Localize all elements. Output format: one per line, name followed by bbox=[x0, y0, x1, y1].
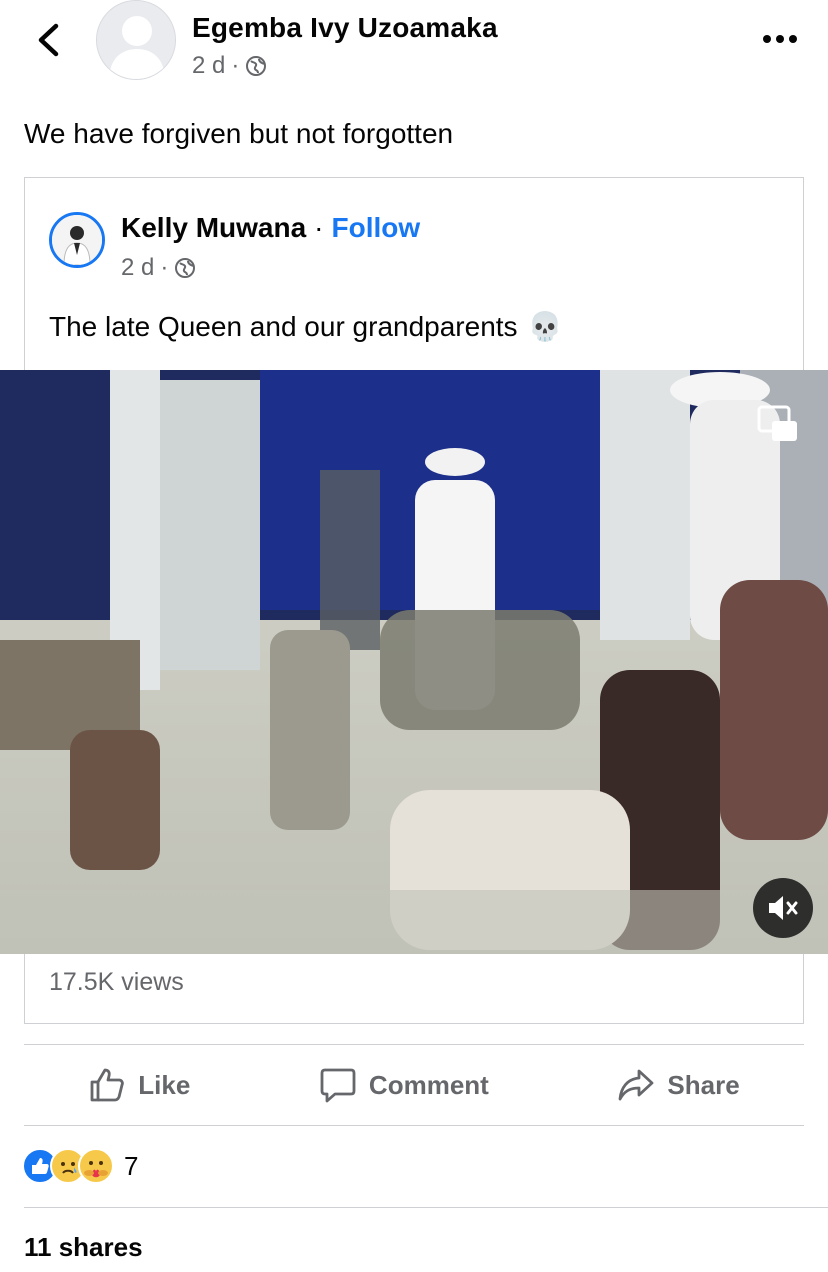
post-text: We have forgiven but not forgotten bbox=[24, 118, 454, 149]
muted-speaker-icon bbox=[769, 896, 798, 920]
picture-in-picture-button[interactable] bbox=[756, 404, 800, 448]
share-arrow-icon bbox=[619, 1069, 654, 1101]
shared-post-text-row: The late Queen and our grandparents 💀 bbox=[49, 310, 562, 343]
video-frame bbox=[0, 370, 828, 954]
reactions-summary[interactable]: 7 bbox=[22, 1146, 138, 1186]
comment-icon bbox=[320, 1068, 356, 1103]
meta-separator: · bbox=[160, 254, 169, 281]
shared-author-row: Kelly Muwana · Follow bbox=[121, 212, 420, 244]
share-label: Share bbox=[667, 1069, 740, 1100]
post-header: Egemba Ivy Uzoamaka 2 d · bbox=[0, 0, 828, 90]
picture-in-picture-icon bbox=[757, 405, 797, 441]
skull-emoji: 💀 bbox=[527, 311, 563, 342]
shared-author-avatar[interactable] bbox=[49, 212, 105, 268]
avatar[interactable] bbox=[96, 0, 176, 80]
comment-button[interactable]: Comment bbox=[319, 1066, 489, 1104]
post-actions-bar: Like Comment Share bbox=[24, 1044, 804, 1126]
like-button[interactable]: Like bbox=[88, 1066, 190, 1104]
shared-post-text: The late Queen and our grandparents bbox=[49, 310, 518, 342]
post-meta: 2 d · bbox=[192, 52, 267, 80]
like-label: Like bbox=[138, 1069, 191, 1100]
profile-photo-icon bbox=[52, 215, 102, 265]
shared-post-time[interactable]: 2 d bbox=[121, 254, 154, 282]
follow-button[interactable]: Follow bbox=[332, 212, 421, 244]
video-player[interactable] bbox=[0, 370, 828, 954]
chevron-left-icon bbox=[38, 23, 59, 57]
back-button[interactable] bbox=[28, 20, 68, 60]
share-count[interactable]: 11 shares bbox=[24, 1232, 143, 1263]
more-icon bbox=[763, 35, 797, 43]
view-count: 17.5K views bbox=[49, 968, 184, 996]
comment-label: Comment bbox=[368, 1069, 489, 1100]
shared-post-meta: 2 d · bbox=[121, 254, 196, 282]
post-time[interactable]: 2 d bbox=[192, 52, 225, 80]
meta-separator: · bbox=[231, 52, 240, 79]
name-separator: · bbox=[314, 212, 324, 243]
shared-author-name[interactable]: Kelly Muwana bbox=[121, 212, 306, 244]
author-name[interactable]: Egemba Ivy Uzoamaka bbox=[192, 12, 498, 44]
reaction-count: 7 bbox=[124, 1150, 139, 1181]
share-button[interactable]: Share bbox=[617, 1066, 740, 1104]
globe-icon bbox=[246, 56, 267, 76]
default-profile-icon bbox=[97, 1, 175, 79]
care-reaction-icon bbox=[78, 1148, 114, 1184]
divider bbox=[24, 1207, 828, 1208]
globe-icon bbox=[175, 258, 196, 278]
mute-button[interactable] bbox=[753, 878, 813, 938]
thumbs-up-icon bbox=[90, 1068, 125, 1102]
more-options-button[interactable] bbox=[758, 24, 802, 54]
